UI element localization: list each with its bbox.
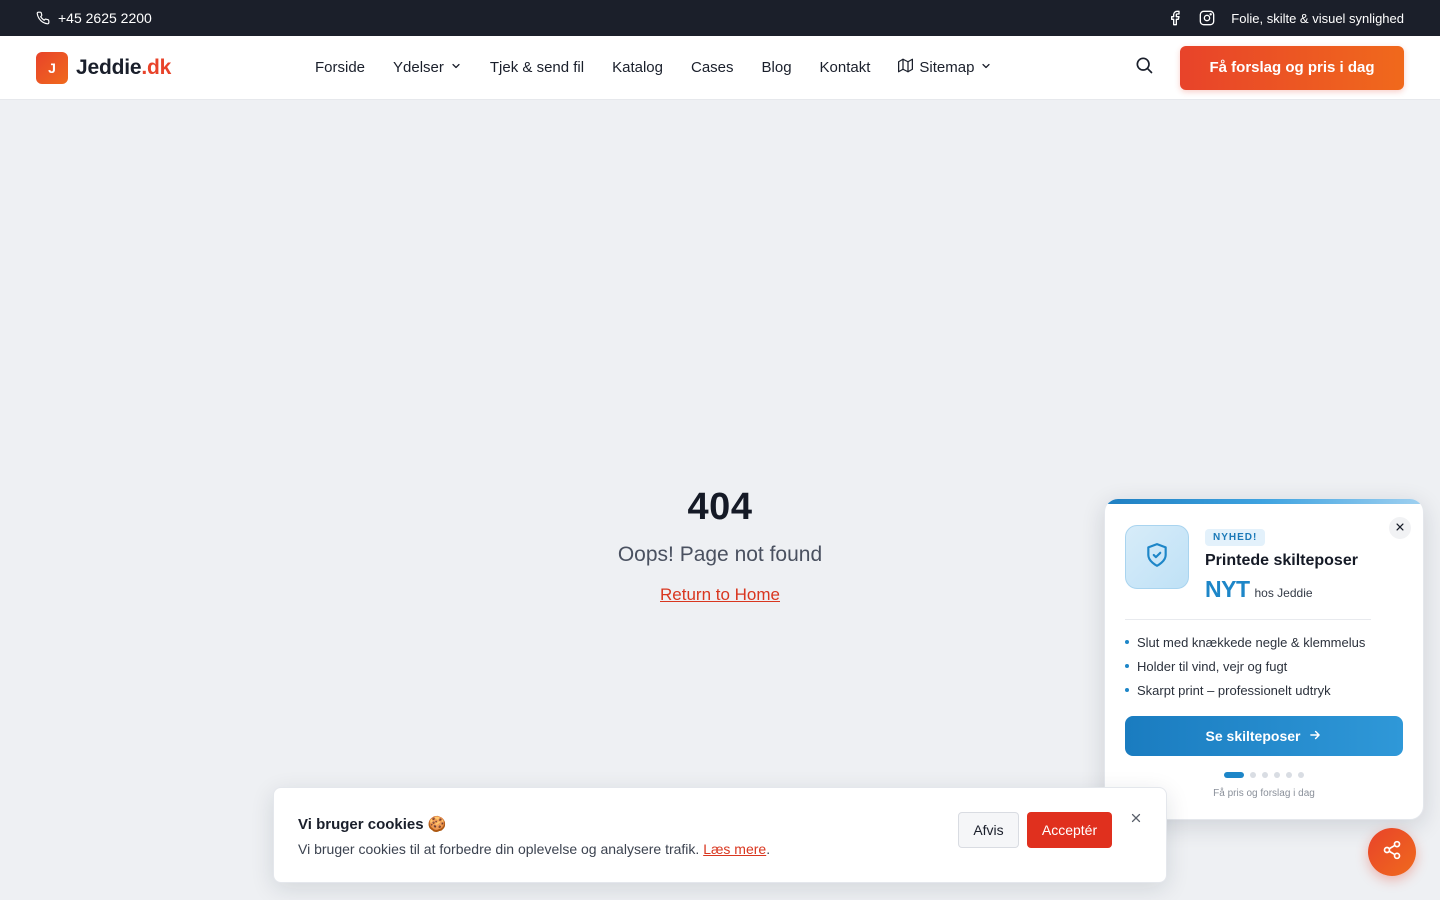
promo-bullets: Slut med knækkede negle & klemmelus Hold… — [1105, 620, 1423, 702]
nav-item-blog[interactable]: Blog — [762, 59, 792, 76]
see-sign-bags-button[interactable]: Se skilteposer — [1125, 716, 1403, 756]
nav-item-cases[interactable]: Cases — [691, 59, 734, 76]
pagination-dot-1[interactable] — [1224, 772, 1244, 778]
cookie-close-button[interactable] — [1128, 812, 1144, 828]
list-item: Skarpt print – professionelt udtryk — [1125, 678, 1403, 702]
nav-item-ydelser[interactable]: Ydelser — [393, 59, 462, 76]
pagination-dot-2[interactable] — [1250, 772, 1256, 778]
promo-close-button[interactable] — [1389, 517, 1411, 539]
accept-cookies-button[interactable]: Acceptér — [1027, 812, 1112, 848]
promo-pagination — [1105, 772, 1423, 778]
promo-highlight: NYT — [1205, 576, 1250, 602]
promo-highlight-suffix: hos Jeddie — [1254, 586, 1313, 600]
topbar-tagline: Folie, skilte & visuel synlighed — [1231, 10, 1404, 26]
share-button[interactable] — [1368, 828, 1416, 876]
pagination-dot-3[interactable] — [1262, 772, 1268, 778]
nav-item-sitemap[interactable]: Sitemap — [898, 58, 992, 77]
pagination-dot-4[interactable] — [1274, 772, 1280, 778]
close-icon — [1130, 811, 1142, 829]
shield-check-icon — [1144, 542, 1170, 573]
top-bar: +45 2625 2200 Folie, skilte & visuel syn… — [0, 0, 1440, 36]
search-icon — [1134, 55, 1154, 80]
list-item: Slut med knækkede negle & klemmelus — [1125, 630, 1403, 654]
promo-badge: NYHED! — [1205, 529, 1266, 546]
logo[interactable]: J Jeddie.dk — [36, 51, 315, 84]
logo-text: Jeddie.dk — [76, 55, 172, 79]
close-icon — [1395, 519, 1405, 537]
search-button[interactable] — [1132, 56, 1156, 80]
return-home-link[interactable]: Return to Home — [660, 585, 780, 605]
promo-title: Printede skilteposer — [1205, 552, 1358, 569]
nav-item-kontakt[interactable]: Kontakt — [820, 59, 871, 76]
get-quote-button[interactable]: Få forslag og pris i dag — [1180, 45, 1404, 90]
share-icon — [1382, 840, 1402, 865]
pagination-dot-5[interactable] — [1286, 772, 1292, 778]
list-item: Holder til vind, vejr og fugt — [1125, 654, 1403, 678]
main-header: J Jeddie.dk Forside Ydelser Tjek & send … — [0, 36, 1440, 100]
promo-icon-box — [1125, 525, 1189, 589]
chevron-down-icon — [450, 59, 462, 76]
nav-item-tjek-send-fil[interactable]: Tjek & send fil — [490, 59, 584, 76]
cookie-banner: Vi bruger cookies 🍪 Vi bruger cookies ti… — [273, 787, 1167, 883]
main-nav: Forside Ydelser Tjek & send fil Katalog … — [315, 58, 992, 77]
phone-number[interactable]: +45 2625 2200 — [58, 10, 152, 26]
map-icon — [898, 58, 914, 77]
phone-icon — [36, 11, 50, 25]
promo-card: NYHED! Printede skilteposer NYT hos Jedd… — [1104, 498, 1424, 820]
cookie-title: Vi bruger cookies 🍪 — [298, 816, 447, 833]
arrow-right-icon — [1308, 728, 1322, 745]
facebook-icon[interactable] — [1167, 10, 1183, 26]
decline-cookies-button[interactable]: Afvis — [958, 812, 1019, 848]
pagination-dot-6[interactable] — [1298, 772, 1304, 778]
topbar-contact[interactable]: +45 2625 2200 — [36, 10, 152, 26]
nav-item-katalog[interactable]: Katalog — [612, 59, 663, 76]
read-more-link[interactable]: Læs mere — [703, 841, 766, 857]
nav-item-forside[interactable]: Forside — [315, 59, 365, 76]
chevron-down-icon — [980, 59, 992, 76]
cookie-text: Vi bruger cookies til at forbedre din op… — [298, 841, 771, 857]
logo-mark: J — [36, 51, 68, 84]
instagram-icon[interactable] — [1199, 10, 1215, 26]
